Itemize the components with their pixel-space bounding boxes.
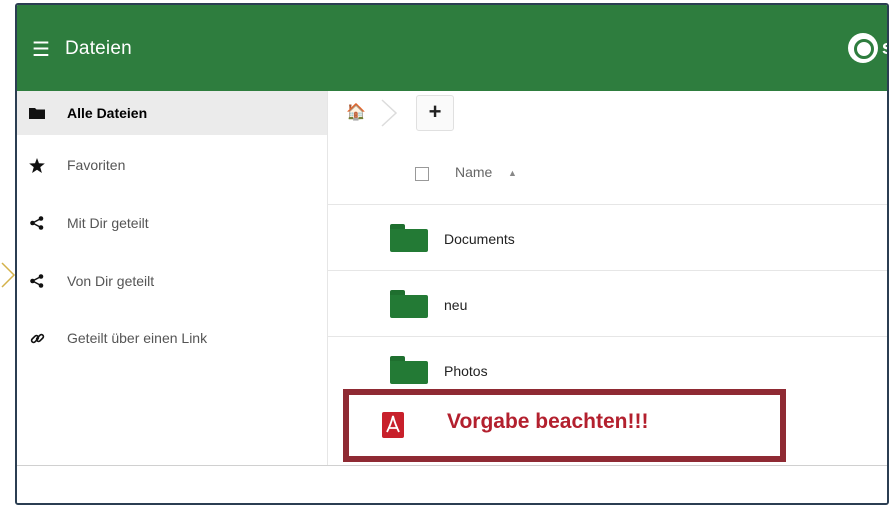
file-name[interactable]: Documents xyxy=(444,231,515,247)
share-icon xyxy=(29,274,45,288)
file-name[interactable]: Photos xyxy=(444,363,488,379)
sidebar-item-von-dir-geteilt[interactable]: Von Dir geteilt xyxy=(17,259,327,303)
pdf-icon xyxy=(382,412,404,438)
link-icon xyxy=(29,331,45,346)
file-row[interactable]: Documents xyxy=(328,204,887,270)
sidebar-item-label: Von Dir geteilt xyxy=(67,273,155,289)
home-icon[interactable]: 🏠 xyxy=(346,102,366,122)
add-button[interactable]: + xyxy=(416,95,454,131)
folder-icon xyxy=(390,224,428,252)
menu-icon[interactable]: ☰ xyxy=(32,40,50,60)
folder-icon xyxy=(390,290,428,318)
highlight-text: Vorgabe beachten!!! xyxy=(447,410,649,433)
sidebar-item-alle-dateien[interactable]: Alle Dateien xyxy=(17,91,327,135)
breadcrumb-separator-icon xyxy=(381,99,398,127)
app-title: Dateien xyxy=(65,38,132,59)
arrow-marker-icon xyxy=(1,262,16,288)
share-icon xyxy=(29,216,45,230)
folder-icon xyxy=(29,107,45,119)
app-header: ☰ Dateien s xyxy=(17,5,887,91)
column-header-name[interactable]: Name xyxy=(455,164,492,180)
sidebar-item-label: Alle Dateien xyxy=(67,105,148,121)
folder-icon xyxy=(390,356,428,384)
star-icon xyxy=(29,157,45,173)
sidebar-item-favoriten[interactable]: Favoriten xyxy=(17,143,327,187)
sidebar: Alle Dateien Favoriten Mit Dir geteilt V… xyxy=(17,91,328,465)
app-logo: s xyxy=(847,33,887,63)
sidebar-item-geteilt-ueber-link[interactable]: Geteilt über einen Link xyxy=(17,316,327,360)
sidebar-item-label: Favoriten xyxy=(67,157,126,173)
sidebar-item-label: Geteilt über einen Link xyxy=(67,330,208,346)
file-name[interactable]: neu xyxy=(444,297,467,313)
sort-ascending-icon: ▲ xyxy=(508,168,517,178)
bottom-panel xyxy=(17,465,887,503)
highlight-box: Vorgabe beachten!!! xyxy=(343,389,786,462)
sidebar-item-label: Mit Dir geteilt xyxy=(67,215,149,231)
sidebar-item-mit-dir-geteilt[interactable]: Mit Dir geteilt xyxy=(17,201,327,245)
file-row[interactable]: neu xyxy=(328,270,887,336)
logo-icon xyxy=(847,33,878,63)
logo-text: s xyxy=(882,37,887,60)
select-all-checkbox[interactable] xyxy=(415,167,429,181)
